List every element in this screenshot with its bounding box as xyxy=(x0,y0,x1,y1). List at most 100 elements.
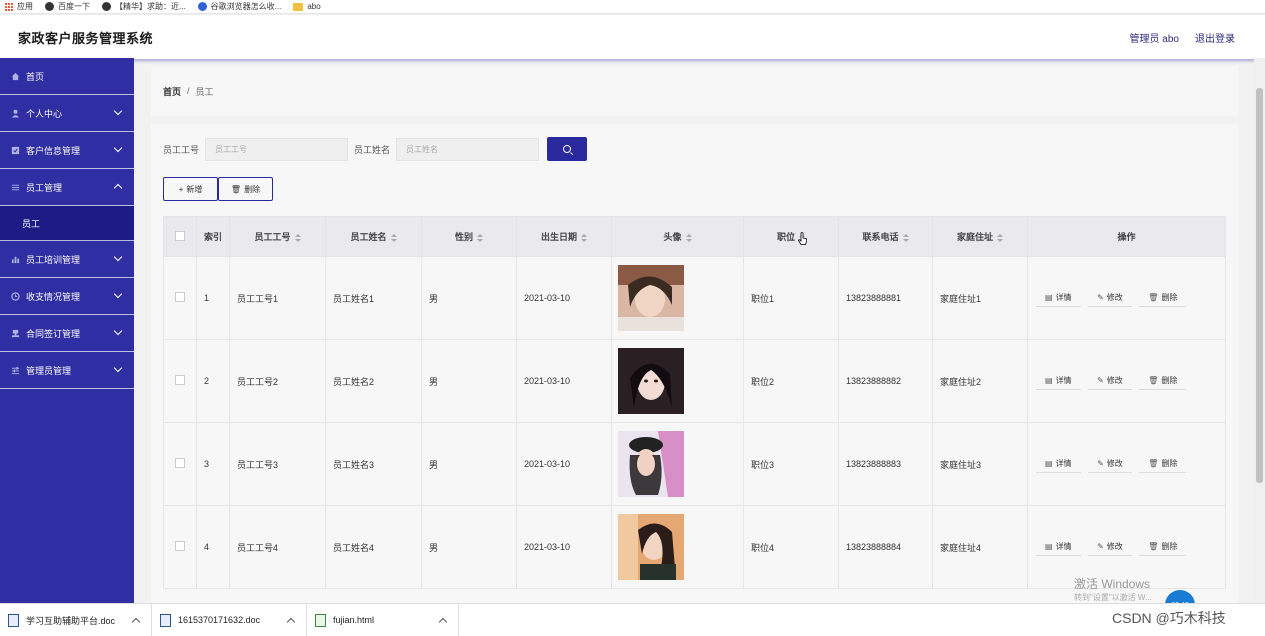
search-form: 员工工号 员工工号 员工姓名 员工姓名 xyxy=(163,137,588,161)
sidebar-subitem-staff[interactable]: 员工 xyxy=(0,206,134,241)
cell-staff-id: 员工工号1 xyxy=(229,256,326,340)
delete-button[interactable]: 🗑 删除 xyxy=(1139,289,1187,307)
select-all-checkbox[interactable] xyxy=(175,230,185,241)
sort-icon[interactable] xyxy=(390,233,397,242)
row-checkbox[interactable] xyxy=(175,292,185,302)
sidebar-item-customers[interactable]: 客户信息管理 xyxy=(0,132,134,169)
chevron-down-icon xyxy=(113,363,123,373)
avatar[interactable] xyxy=(618,514,684,580)
edit-button[interactable]: ✎ 修改 xyxy=(1088,538,1132,556)
col-staff-name[interactable]: 员工姓名 xyxy=(325,216,422,257)
detail-button[interactable]: ▤ 详情 xyxy=(1036,455,1081,473)
breadcrumb-home[interactable]: 首页 xyxy=(163,85,181,98)
cell-staff-name: 员工姓名2 xyxy=(325,339,422,423)
chevron-up-icon[interactable] xyxy=(131,617,141,627)
download-item[interactable]: fujian.html xyxy=(307,604,459,636)
chevron-up-icon[interactable] xyxy=(286,617,296,627)
current-user-link[interactable]: 管理员 abo xyxy=(1130,30,1179,45)
clock-icon xyxy=(11,291,20,301)
delete-button[interactable]: 🗑 删除 xyxy=(1139,455,1187,473)
col-position[interactable]: 职位 xyxy=(743,216,839,257)
row-checkbox[interactable] xyxy=(175,541,185,551)
cell-phone: 13823888884 xyxy=(838,505,933,589)
sort-icon[interactable] xyxy=(997,233,1003,242)
download-item[interactable]: 学习互助辅助平台.doc xyxy=(0,604,152,636)
sidebar-item-home[interactable]: 首页 xyxy=(0,58,134,95)
chevron-up-icon[interactable] xyxy=(438,617,448,627)
bookmark-baidu[interactable]: 百度一下 xyxy=(45,1,90,12)
detail-button[interactable]: ▤ 详情 xyxy=(1036,289,1081,307)
sort-icon[interactable] xyxy=(477,233,483,242)
col-address[interactable]: 家庭住址 xyxy=(932,216,1028,257)
globe-icon xyxy=(45,2,54,11)
sidebar-item-profile[interactable]: 个人中心 xyxy=(0,95,134,132)
download-item[interactable]: 1615370171632.doc xyxy=(152,604,307,636)
col-avatar[interactable]: 头像 xyxy=(611,216,744,257)
select-all-checkbox-cell[interactable] xyxy=(163,216,197,257)
staff-list-panel: 员工工号 员工工号 员工姓名 员工姓名 + 新增 🗑 删除 索引 员工工号 员工… xyxy=(151,124,1238,604)
sidebar-item-contracts[interactable]: 合同签订管理 xyxy=(0,315,134,352)
cell-position: 职位4 xyxy=(743,505,839,589)
edit-button[interactable]: ✎ 修改 xyxy=(1088,455,1132,473)
col-staff-id[interactable]: 员工工号 xyxy=(229,216,326,257)
chevron-down-icon xyxy=(113,289,123,299)
bookmark-forum[interactable]: 【精华】求助：近... xyxy=(102,1,186,12)
cell-address: 家庭住址4 xyxy=(932,505,1028,589)
trash-icon: 🗑 xyxy=(1148,542,1159,551)
row-checkbox-cell[interactable] xyxy=(163,339,197,423)
chevron-up-icon xyxy=(113,183,123,193)
word-doc-icon xyxy=(160,613,171,627)
apps-grid-icon xyxy=(4,2,13,11)
row-checkbox[interactable] xyxy=(175,375,185,385)
staff-name-input[interactable]: 员工姓名 xyxy=(396,137,540,161)
row-checkbox-cell[interactable] xyxy=(163,505,197,589)
bookmark-abo[interactable]: abo xyxy=(293,2,321,11)
col-index: 索引 xyxy=(196,216,230,257)
avatar[interactable] xyxy=(618,348,684,414)
sort-icon[interactable] xyxy=(685,233,692,242)
chevron-down-icon xyxy=(113,326,123,336)
sort-icon[interactable] xyxy=(294,233,301,242)
row-checkbox-cell[interactable] xyxy=(163,422,197,506)
breadcrumb-current: 员工 xyxy=(195,86,214,97)
edit-button[interactable]: ✎ 修改 xyxy=(1088,372,1132,390)
edit-button[interactable]: ✎ 修改 xyxy=(1088,289,1132,307)
add-button[interactable]: + 新增 xyxy=(163,177,218,201)
row-checkbox[interactable] xyxy=(175,458,185,468)
sidebar-item-staff[interactable]: 员工管理 xyxy=(0,169,134,206)
folder-icon xyxy=(293,2,304,11)
sidebar-item-training[interactable]: 员工培训管理 xyxy=(0,241,134,278)
sort-icon[interactable] xyxy=(581,233,587,242)
cell-gender: 男 xyxy=(421,422,517,506)
cell-address: 家庭住址2 xyxy=(932,339,1028,423)
plus-icon: + xyxy=(178,184,184,194)
col-phone[interactable]: 联系电话 xyxy=(838,216,933,257)
bookmark-apps[interactable]: 应用 xyxy=(4,1,33,12)
search-button[interactable] xyxy=(547,137,588,161)
delete-button[interactable]: 🗑 删除 xyxy=(1139,538,1187,556)
sidebar-item-finance[interactable]: 收支情况管理 xyxy=(0,278,134,315)
avatar[interactable] xyxy=(618,431,684,497)
avatar[interactable] xyxy=(618,265,684,331)
sidebar-item-admins[interactable]: 管理员管理 xyxy=(0,352,134,389)
trash-icon: 🗑 xyxy=(1148,293,1159,302)
staff-id-input[interactable]: 员工工号 xyxy=(205,137,349,161)
table-row: 4 员工工号4 员工姓名4 男 2021-03-10 职位4 138238888… xyxy=(163,505,1226,589)
document-icon: ▤ xyxy=(1045,293,1053,302)
scrollbar-thumb[interactable] xyxy=(1256,88,1263,483)
word-doc-icon xyxy=(8,613,19,627)
page-scrollbar[interactable] xyxy=(1254,58,1265,603)
row-checkbox-cell[interactable] xyxy=(163,256,197,340)
sort-icon[interactable] xyxy=(902,233,909,242)
col-gender[interactable]: 性别 xyxy=(421,216,517,257)
delete-button[interactable]: 🗑 删除 xyxy=(1139,372,1187,390)
bar-chart-icon xyxy=(11,256,20,263)
bookmark-chrome-tip[interactable]: 谷歌浏览器怎么收... xyxy=(197,1,281,12)
batch-delete-button[interactable]: 🗑 删除 xyxy=(218,177,273,201)
detail-button[interactable]: ▤ 详情 xyxy=(1036,538,1081,556)
detail-button[interactable]: ▤ 详情 xyxy=(1036,372,1081,390)
logout-link[interactable]: 退出登录 xyxy=(1195,30,1235,45)
document-icon: ▤ xyxy=(1045,459,1053,468)
cell-address: 家庭住址1 xyxy=(932,256,1028,340)
col-birth-date[interactable]: 出生日期 xyxy=(516,216,612,257)
